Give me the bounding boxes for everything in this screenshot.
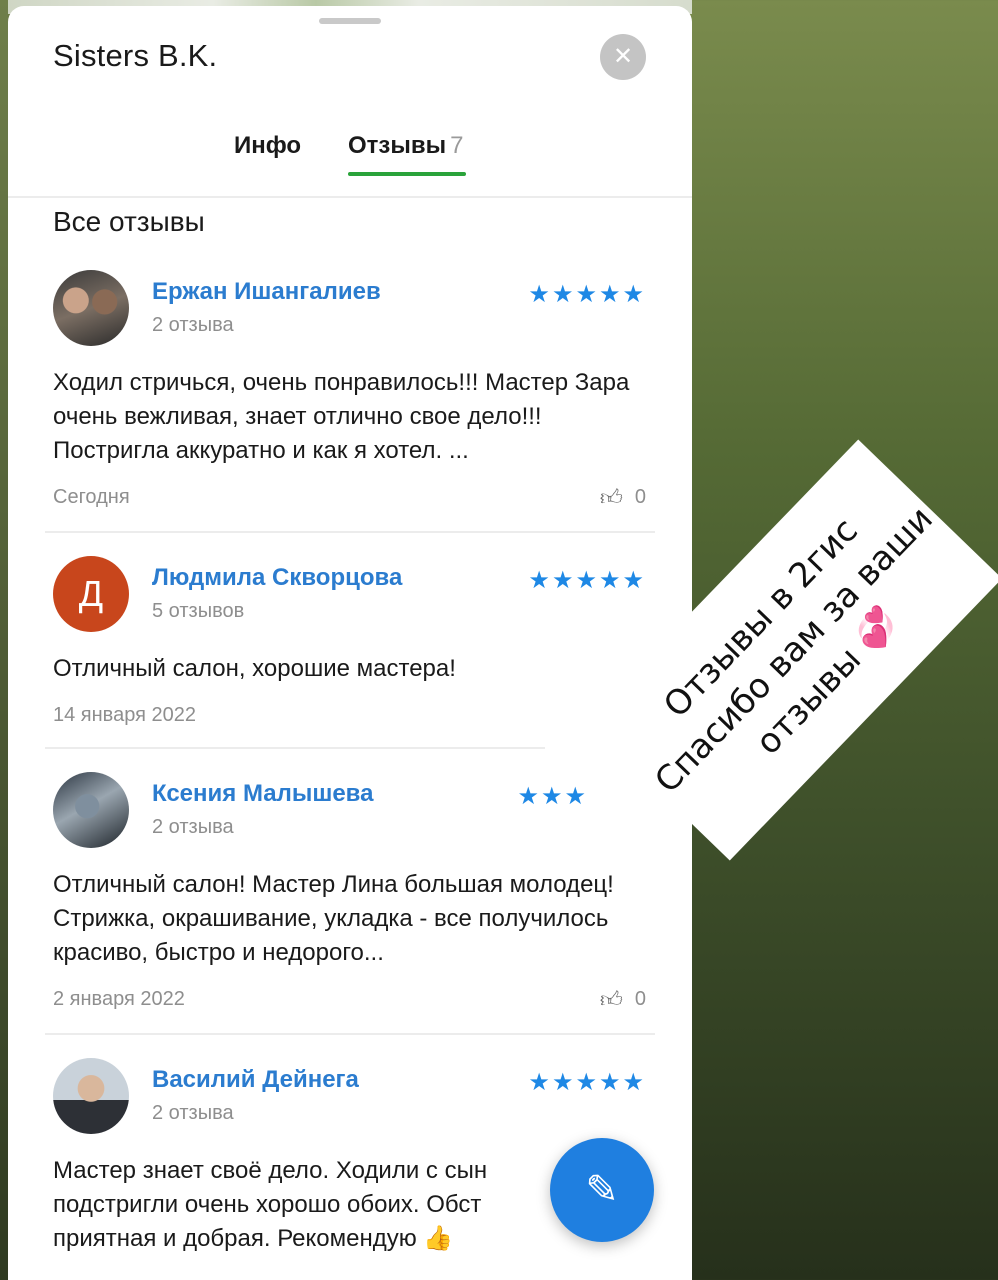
tab-reviews[interactable]: Отзывы 7 <box>348 132 463 160</box>
review-text[interactable]: Мастер знает своё дело. Ходили с сын под… <box>53 1154 553 1256</box>
reviewer-review-count: 2 отзыва <box>152 314 234 336</box>
avatar[interactable] <box>53 270 129 346</box>
rating-stars: ★★★★★ <box>528 281 646 308</box>
reviewer-review-count: 2 отзыва <box>152 816 234 838</box>
review-divider <box>45 747 545 749</box>
tab-bar: Инфо Отзывы 7 <box>8 126 692 176</box>
close-icon: ✕ <box>612 43 634 70</box>
rating-stars: ★★★★★ <box>528 567 646 594</box>
reviewer-name[interactable]: Людмила Скворцова <box>152 564 402 592</box>
like-count: 0 <box>634 988 646 1010</box>
tab-info-label: Инфо <box>234 132 302 159</box>
close-button[interactable]: ✕ <box>600 34 646 80</box>
sheet-grabber[interactable] <box>319 18 381 24</box>
review-text[interactable]: Ходил стричься, очень понравилось!!! Мас… <box>53 366 647 468</box>
rating-stars: ★★★★★ <box>528 1069 646 1096</box>
review-date: Сегодня <box>53 486 130 508</box>
reviewer-name[interactable]: Ержан Ишангалиев <box>152 278 381 306</box>
write-review-button[interactable]: ✎ <box>550 1138 654 1242</box>
reviewer-name[interactable]: Василий Дейнега <box>152 1066 359 1094</box>
tab-reviews-label: Отзывы <box>348 132 447 159</box>
tab-reviews-count: 7 <box>450 132 464 159</box>
reviewer-review-count: 2 отзыва <box>152 1102 234 1124</box>
thumbs-up-icon: 👍︎ <box>599 987 623 1012</box>
like-button[interactable]: 👍︎ 0 <box>600 986 646 1013</box>
place-sheet: Sisters B.K. ✕ Инфо Отзывы 7 Все отзывы Е… <box>8 6 692 1280</box>
tabs-divider <box>8 196 692 198</box>
section-title: Все отзывы <box>53 206 205 237</box>
rating-stars: ★★★ <box>517 783 588 810</box>
avatar[interactable] <box>53 772 129 848</box>
reviewer-review-count: 5 отзывов <box>152 600 245 622</box>
like-button[interactable]: 👍︎ 0 <box>600 484 646 511</box>
review-date: 2 января 2022 <box>53 988 185 1010</box>
review-divider <box>45 531 655 533</box>
review-text[interactable]: Отличный салон! Мастер Лина большая моло… <box>53 868 647 970</box>
review-text[interactable]: Отличный салон, хорошие мастера! <box>53 652 647 686</box>
pencil-icon: ✎ <box>585 1168 619 1212</box>
like-count: 0 <box>634 486 646 508</box>
avatar[interactable]: Д <box>53 556 129 632</box>
tab-info[interactable]: Инфо <box>234 132 301 160</box>
review-divider <box>45 1033 655 1035</box>
thumbs-up-icon: 👍︎ <box>599 485 623 510</box>
review-date: 14 января 2022 <box>53 704 196 726</box>
reviewer-name[interactable]: Ксения Малышева <box>152 780 373 808</box>
avatar[interactable] <box>53 1058 129 1134</box>
place-title: Sisters B.K. <box>53 38 218 73</box>
avatar-letter: Д <box>78 573 104 614</box>
active-tab-indicator <box>348 172 466 176</box>
